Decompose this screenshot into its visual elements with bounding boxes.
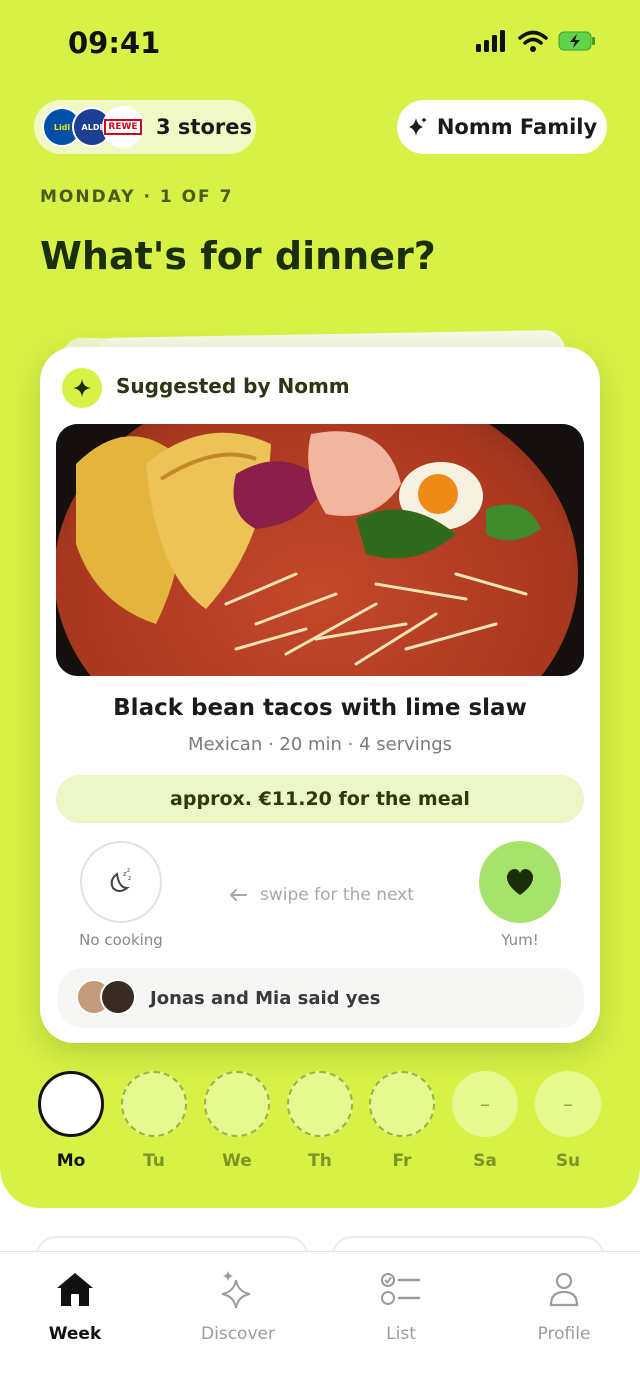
svg-text:z: z — [128, 875, 131, 882]
rewe-logo-text: REWE — [104, 119, 142, 135]
day-fr[interactable]: Fr — [369, 1071, 435, 1171]
day-label: We — [222, 1151, 252, 1171]
day-label: MONDAY · 1 OF 7 — [40, 187, 234, 207]
day-circle — [287, 1071, 353, 1137]
voters-text: Jonas and Mia said yes — [150, 987, 381, 1009]
checklist-icon — [381, 1273, 421, 1305]
day-circle — [38, 1071, 104, 1137]
tab-profile-label: Profile — [537, 1324, 591, 1344]
week-selector: Mo Tu We Th Fr – Sa – Su — [38, 1071, 602, 1181]
day-label: Su — [555, 1151, 581, 1171]
day-circle: – — [452, 1071, 518, 1137]
day-th[interactable]: Th — [287, 1071, 353, 1171]
page-title: What's for dinner? — [40, 234, 436, 278]
swipe-hint: swipe for the next — [228, 885, 414, 905]
day-label: Mo — [56, 1151, 86, 1171]
tab-bar: Week Discover List Profile — [0, 1251, 640, 1385]
rewe-logo: REWE — [102, 106, 144, 148]
lidl-logo-text: Lidl — [53, 122, 71, 132]
status-time: 09:41 — [68, 26, 161, 60]
day-mark: – — [480, 1092, 490, 1116]
sparkle-icon — [62, 368, 102, 408]
family-button[interactable]: Nomm Family — [397, 100, 607, 154]
voter-avatars — [76, 979, 138, 1017]
person-icon — [549, 1272, 579, 1307]
wifi-icon — [518, 30, 548, 52]
day-mark: – — [563, 1092, 573, 1116]
day-circle — [204, 1071, 270, 1137]
heart-icon — [506, 869, 534, 895]
day-su[interactable]: – Su — [535, 1071, 601, 1171]
day-sa[interactable]: – Sa — [452, 1071, 518, 1171]
voters-row: Jonas and Mia said yes — [58, 968, 584, 1028]
stores-selector[interactable]: Lidl ALDI REWE 3 stores — [34, 100, 256, 154]
yum-label: Yum! — [501, 931, 539, 949]
cellular-signal-icon — [476, 30, 505, 52]
app-screen: 09:41 Lidl ALDI REWE 3 stores Nomm Famil… — [0, 0, 640, 1385]
day-label: Tu — [143, 1151, 165, 1171]
arrow-left-icon — [230, 889, 247, 901]
tab-week[interactable]: Week — [15, 1268, 135, 1344]
aldi-logo-text: ALDI — [81, 122, 103, 132]
day-we[interactable]: We — [204, 1071, 270, 1171]
family-label: Nomm Family — [436, 115, 598, 139]
sparkle-icon — [221, 1271, 251, 1308]
sleep-moon-icon: z z z — [110, 867, 131, 892]
no-cooking-label: No cooking — [79, 931, 163, 949]
status-icons — [476, 30, 596, 52]
sparkle-icon — [408, 117, 427, 136]
store-logos: Lidl ALDI REWE — [42, 105, 146, 149]
tab-discover-label: Discover — [201, 1324, 275, 1344]
yum-button[interactable] — [479, 841, 561, 923]
swipe-hint-text: swipe for the next — [260, 885, 414, 905]
day-circle — [121, 1071, 187, 1137]
day-label: Sa — [473, 1151, 497, 1171]
day-circle — [369, 1071, 435, 1137]
tab-list-label: List — [386, 1324, 416, 1344]
stores-label: 3 stores — [156, 115, 252, 139]
home-icon — [57, 1273, 93, 1306]
tab-list[interactable]: List — [341, 1268, 461, 1344]
day-circle: – — [535, 1071, 601, 1137]
tab-discover[interactable]: Discover — [178, 1268, 298, 1344]
day-mo[interactable]: Mo — [38, 1071, 104, 1171]
no-cooking-button[interactable]: z z z — [80, 841, 162, 923]
price-estimate: approx. €11.20 for the meal — [56, 775, 584, 823]
tab-week-label: Week — [48, 1324, 102, 1344]
day-label: Th — [308, 1151, 332, 1171]
meal-card[interactable]: Suggested by Nomm Black bean tacos with … — [40, 347, 600, 1043]
meal-meta: Mexican · 20 min · 4 servings — [187, 734, 453, 755]
tab-profile[interactable]: Profile — [504, 1268, 624, 1344]
day-label: Fr — [392, 1151, 412, 1171]
day-tu[interactable]: Tu — [121, 1071, 187, 1171]
suggested-by-label: Suggested by Nomm — [116, 374, 350, 398]
battery-charging-icon — [558, 31, 595, 51]
meal-photo — [56, 424, 584, 676]
svg-text:z: z — [127, 867, 130, 874]
avatar — [100, 979, 136, 1015]
meal-title: Black bean tacos with lime slaw — [113, 695, 527, 721]
